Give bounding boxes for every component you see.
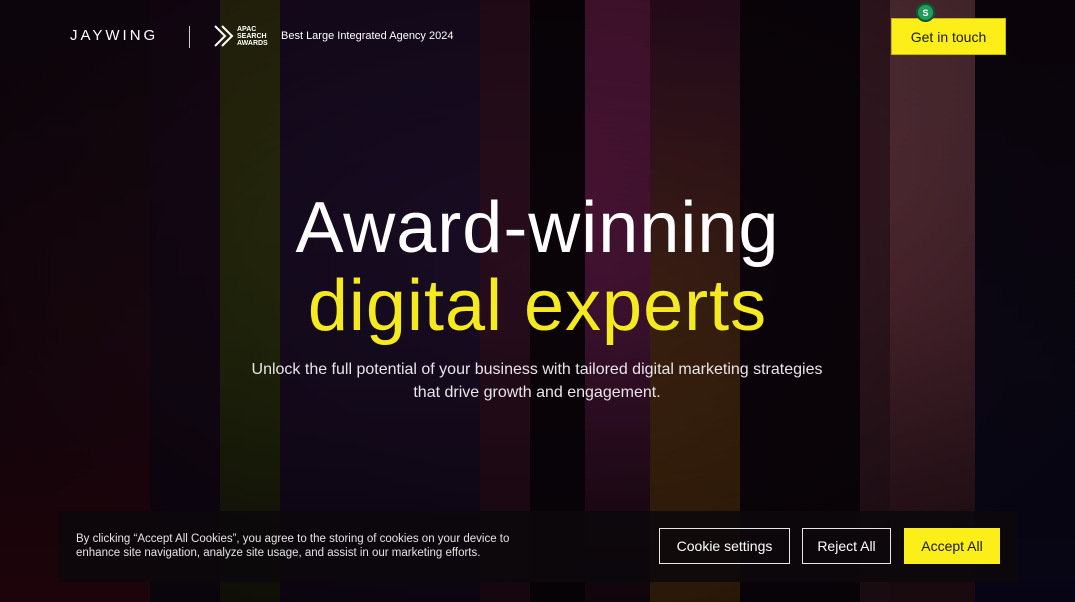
chevron-double-right-icon: [214, 25, 234, 47]
accept-all-button[interactable]: Accept All: [904, 528, 1000, 564]
cookie-consent-text: By clicking “Accept All Cookies”, you ag…: [76, 533, 510, 559]
get-in-touch-button[interactable]: Get in touch: [891, 18, 1006, 55]
reject-all-button[interactable]: Reject All: [802, 528, 891, 564]
hero-headline-line1: Award-winning: [295, 188, 780, 268]
apac-search-awards-logo: APAC SEARCH AWARDS: [213, 24, 273, 48]
hero-headline-line2: digital experts: [307, 266, 768, 346]
award-label: Best Large Integrated Agency 2024: [281, 30, 454, 42]
jaywing-logo[interactable]: JAYWING: [70, 27, 158, 44]
hero-subtitle: Unlock the full potential of your busine…: [251, 361, 823, 401]
cookie-settings-button[interactable]: Cookie settings: [659, 528, 790, 564]
extension-badge-icon[interactable]: S: [916, 3, 935, 22]
award-logo-text: APAC SEARCH AWARDS: [237, 25, 268, 47]
header-divider: [189, 26, 190, 48]
cookie-banner: By clicking “Accept All Cookies”, you ag…: [58, 511, 1018, 582]
